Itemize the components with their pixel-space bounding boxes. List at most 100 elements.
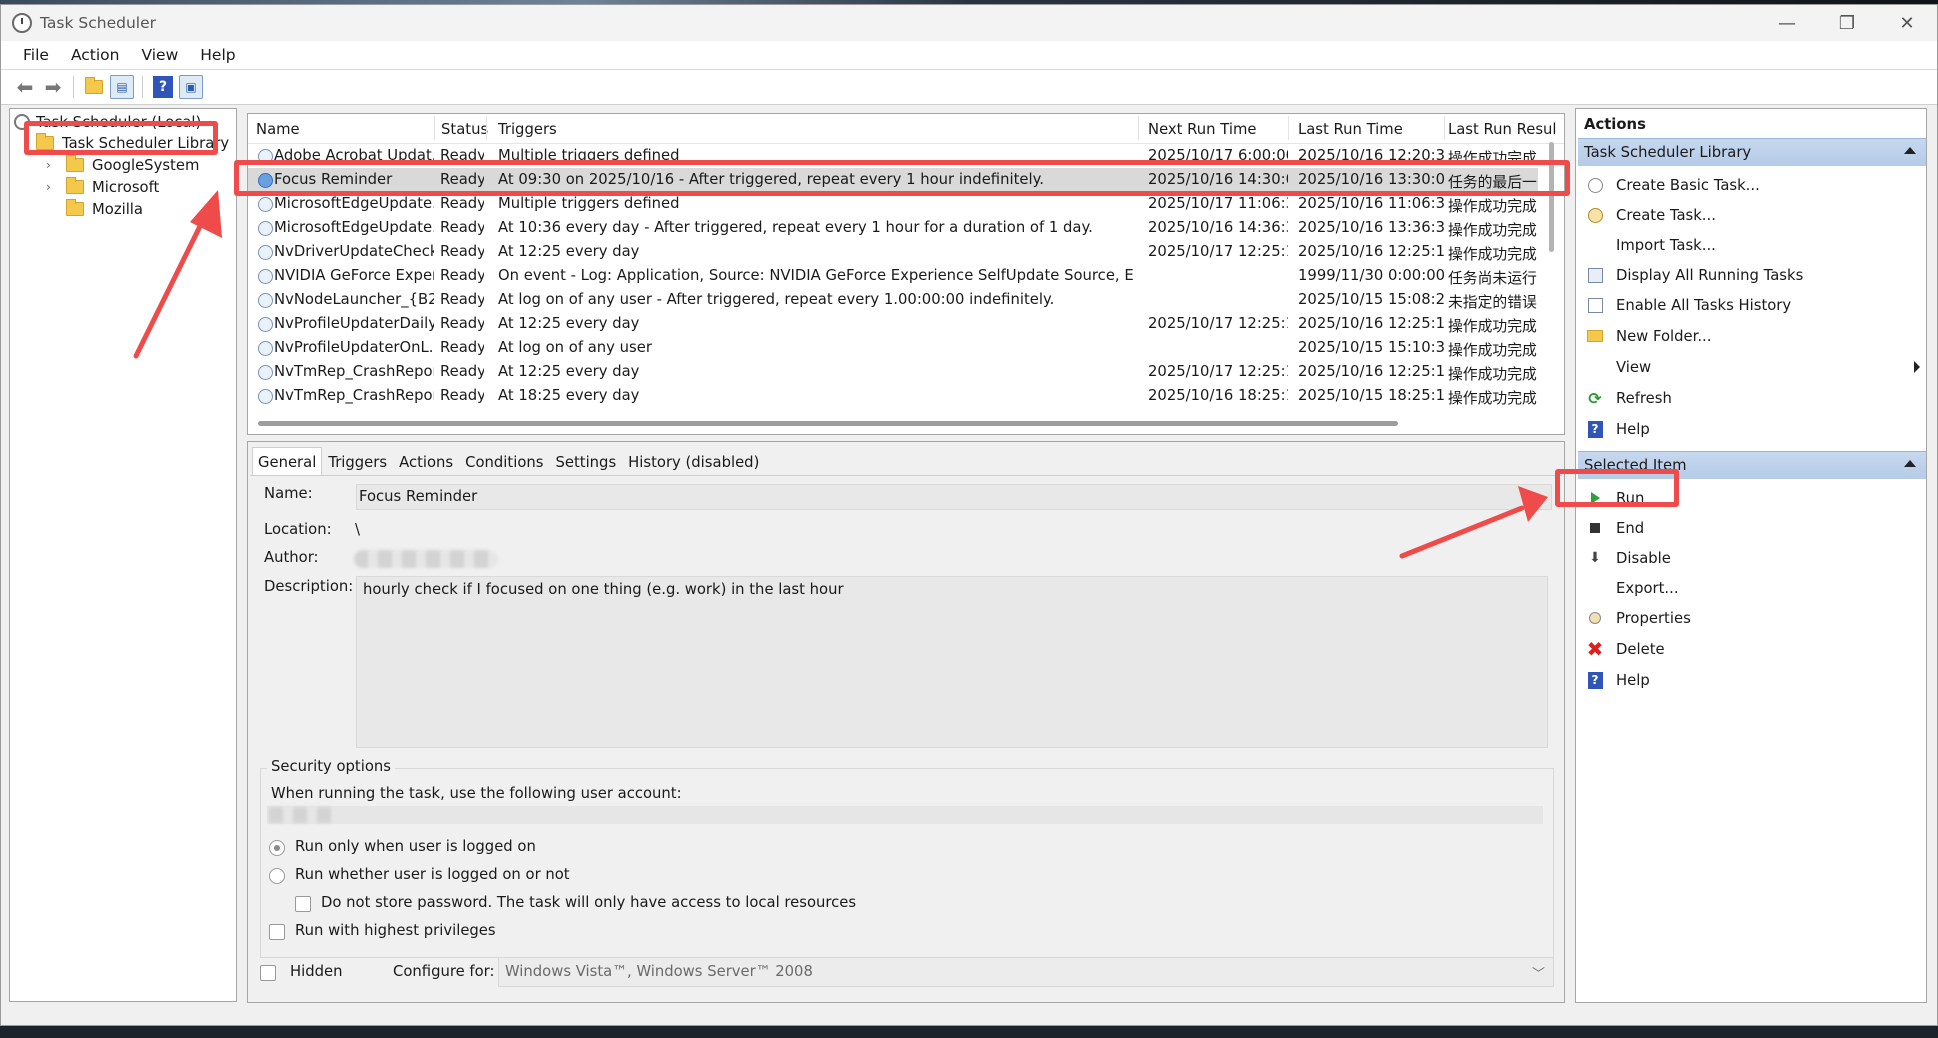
menu-action[interactable]: Action bbox=[60, 46, 131, 64]
checkbox-hidden[interactable] bbox=[260, 965, 276, 981]
action-label: Create Task... bbox=[1616, 206, 1716, 224]
name-field[interactable]: Focus Reminder bbox=[356, 484, 1552, 510]
table-row[interactable]: NVIDIA GeForce Experi... Ready On event - … bbox=[248, 264, 1538, 288]
chevron-right-icon[interactable]: › bbox=[46, 158, 54, 172]
taskbar-strip bbox=[0, 1026, 1938, 1038]
table-row[interactable]: NvProfileUpdaterOnL... Ready At log on of … bbox=[248, 336, 1538, 360]
tree-item-microsoft[interactable]: › Microsoft bbox=[46, 176, 159, 198]
description-field[interactable]: hourly check if I focused on one thing (… bbox=[356, 576, 1548, 748]
action-view[interactable]: View bbox=[1578, 353, 1926, 381]
tree-item-root[interactable]: Task Scheduler (Local) bbox=[14, 111, 201, 133]
cell-next-run: 2025/10/17 12:25:17 bbox=[1148, 315, 1288, 332]
collapse-icon[interactable] bbox=[1904, 460, 1916, 467]
configure-for-select[interactable]: Windows Vista™, Windows Server™ 2008 ﹀ bbox=[498, 957, 1554, 987]
close-button[interactable]: ✕ bbox=[1877, 5, 1937, 41]
cell-last-result: 操作成功完成. bbox=[1448, 198, 1538, 215]
action-properties[interactable]: Properties bbox=[1578, 604, 1926, 632]
tree-item-mozilla[interactable]: Mozilla bbox=[66, 198, 143, 220]
checkbox-no-password[interactable] bbox=[295, 896, 311, 912]
cell-name: NvTmRep_CrashRepor... bbox=[274, 387, 434, 404]
vertical-scrollbar[interactable] bbox=[1549, 142, 1554, 252]
action-export[interactable]: Export... bbox=[1578, 574, 1926, 602]
menu-file[interactable]: File bbox=[1, 46, 60, 64]
action-enable-all-tasks-history[interactable]: Enable All Tasks History bbox=[1578, 291, 1926, 319]
cell-last-result: 操作成功完成. bbox=[1448, 318, 1538, 335]
column-header-triggers[interactable]: Triggers bbox=[498, 121, 557, 138]
cell-last-run: 2025/10/16 12:25:19 bbox=[1298, 243, 1444, 260]
table-row[interactable]: NvTmRep_CrashRepor... Ready At 18:25 every… bbox=[248, 384, 1538, 408]
menu-view[interactable]: View bbox=[130, 46, 189, 64]
forward-arrow-icon[interactable]: ➡ bbox=[41, 75, 65, 99]
action-help[interactable]: ? Help bbox=[1578, 666, 1926, 694]
action-label: View bbox=[1616, 358, 1652, 376]
description-label: Description: bbox=[264, 578, 354, 595]
refresh-icon: ⟳ bbox=[1588, 388, 1602, 408]
horizontal-scrollbar[interactable] bbox=[258, 421, 1398, 426]
table-row[interactable]: NvDriverUpdateCheck... Ready At 12:25 ever… bbox=[248, 240, 1538, 264]
section-task-scheduler-library[interactable]: Task Scheduler Library bbox=[1578, 138, 1926, 166]
action-disable[interactable]: ⬇ Disable bbox=[1578, 544, 1926, 572]
table-row[interactable]: MicrosoftEdgeUpdate... Ready Multiple trig… bbox=[248, 192, 1538, 216]
minimize-button[interactable]: — bbox=[1757, 5, 1817, 41]
tree-item-googlesystem[interactable]: › GoogleSystem bbox=[46, 154, 199, 176]
up-folder-icon[interactable] bbox=[82, 75, 106, 99]
cell-status: Ready bbox=[440, 363, 484, 380]
tree-item-label: Microsoft bbox=[92, 178, 160, 196]
column-header-next-run[interactable]: Next Run Time bbox=[1148, 121, 1256, 138]
menu-help[interactable]: Help bbox=[189, 46, 246, 64]
collapse-icon[interactable] bbox=[1904, 147, 1916, 154]
cell-triggers: Multiple triggers defined bbox=[498, 195, 680, 212]
action-refresh[interactable]: ⟳ Refresh bbox=[1578, 384, 1926, 412]
cell-next-run: 2025/10/17 6:00:00 bbox=[1148, 147, 1288, 164]
help-icon[interactable]: ? bbox=[151, 75, 175, 99]
play-icon bbox=[1586, 489, 1604, 507]
restore-button[interactable]: ❐ bbox=[1817, 5, 1877, 41]
checkbox-highest-privileges[interactable] bbox=[269, 924, 285, 940]
tab-triggers[interactable]: Triggers bbox=[322, 447, 393, 475]
action-delete[interactable]: ✖ Delete bbox=[1578, 635, 1926, 663]
show-hide-action-pane-icon[interactable]: ▣ bbox=[179, 75, 203, 99]
action-create-basic-task[interactable]: Create Basic Task... bbox=[1578, 171, 1926, 199]
radio-run-logged-on[interactable] bbox=[269, 840, 285, 856]
radio-run-whether[interactable] bbox=[269, 868, 285, 884]
table-row[interactable]: NvNodeLauncher_{B2... Ready At log on of a… bbox=[248, 288, 1538, 312]
tab-conditions[interactable]: Conditions bbox=[459, 447, 549, 475]
show-hide-tree-icon[interactable]: ▤ bbox=[110, 75, 134, 99]
actions-title: Actions bbox=[1584, 116, 1646, 133]
column-header-name[interactable]: Name bbox=[256, 121, 300, 138]
action-new-folder[interactable]: New Folder... bbox=[1578, 322, 1926, 350]
tab-actions[interactable]: Actions bbox=[393, 447, 459, 475]
table-row[interactable]: NvProfileUpdaterDaily... Ready At 12:25 ev… bbox=[248, 312, 1538, 336]
action-end[interactable]: End bbox=[1578, 514, 1926, 542]
folder-icon bbox=[66, 155, 84, 172]
tab-settings[interactable]: Settings bbox=[549, 447, 622, 475]
cell-last-result: 操作成功完成. bbox=[1448, 366, 1538, 383]
table-row[interactable]: NvTmRep_CrashRepor... Ready At 12:25 every… bbox=[248, 360, 1538, 384]
action-display-all-running-tasks[interactable]: Display All Running Tasks bbox=[1578, 261, 1926, 289]
table-row[interactable]: Focus Reminder Ready At 09:30 on 2025/10/1… bbox=[248, 168, 1538, 192]
tab-general[interactable]: General bbox=[252, 447, 323, 475]
column-header-status[interactable]: Status bbox=[441, 121, 488, 138]
cell-name: NvTmRep_CrashRepor... bbox=[274, 363, 434, 380]
location-value: \ bbox=[355, 521, 360, 538]
action-create-task[interactable]: Create Task... bbox=[1578, 201, 1926, 229]
chevron-right-icon[interactable]: › bbox=[46, 180, 54, 194]
configure-for-label: Configure for: bbox=[393, 963, 495, 980]
column-header-last-result[interactable]: Last Run Resul bbox=[1448, 121, 1557, 138]
tree-item-task-scheduler-library[interactable]: Task Scheduler Library bbox=[36, 132, 229, 154]
table-row[interactable]: MicrosoftEdgeUpdate... Ready At 10:36 ever… bbox=[248, 216, 1538, 240]
action-label: Properties bbox=[1616, 609, 1691, 627]
checkbox-no-password-label: Do not store password. The task will onl… bbox=[321, 894, 857, 911]
action-help[interactable]: ? Help bbox=[1578, 415, 1926, 443]
location-label: Location: bbox=[264, 521, 332, 538]
section-selected-item[interactable]: Selected Item bbox=[1578, 451, 1926, 479]
cell-triggers: Multiple triggers defined bbox=[498, 147, 680, 164]
back-arrow-icon[interactable]: ⬅ bbox=[13, 75, 37, 99]
table-row[interactable]: Adobe Acrobat Updat... Ready Multiple trig… bbox=[248, 144, 1538, 168]
tab-history[interactable]: History (disabled) bbox=[622, 447, 765, 475]
section-title: Task Scheduler Library bbox=[1584, 144, 1752, 161]
action-label: Create Basic Task... bbox=[1616, 176, 1760, 194]
action-run[interactable]: Run bbox=[1578, 484, 1926, 512]
column-header-last-run[interactable]: Last Run Time bbox=[1298, 121, 1403, 138]
action-import-task[interactable]: Import Task... bbox=[1578, 231, 1926, 259]
